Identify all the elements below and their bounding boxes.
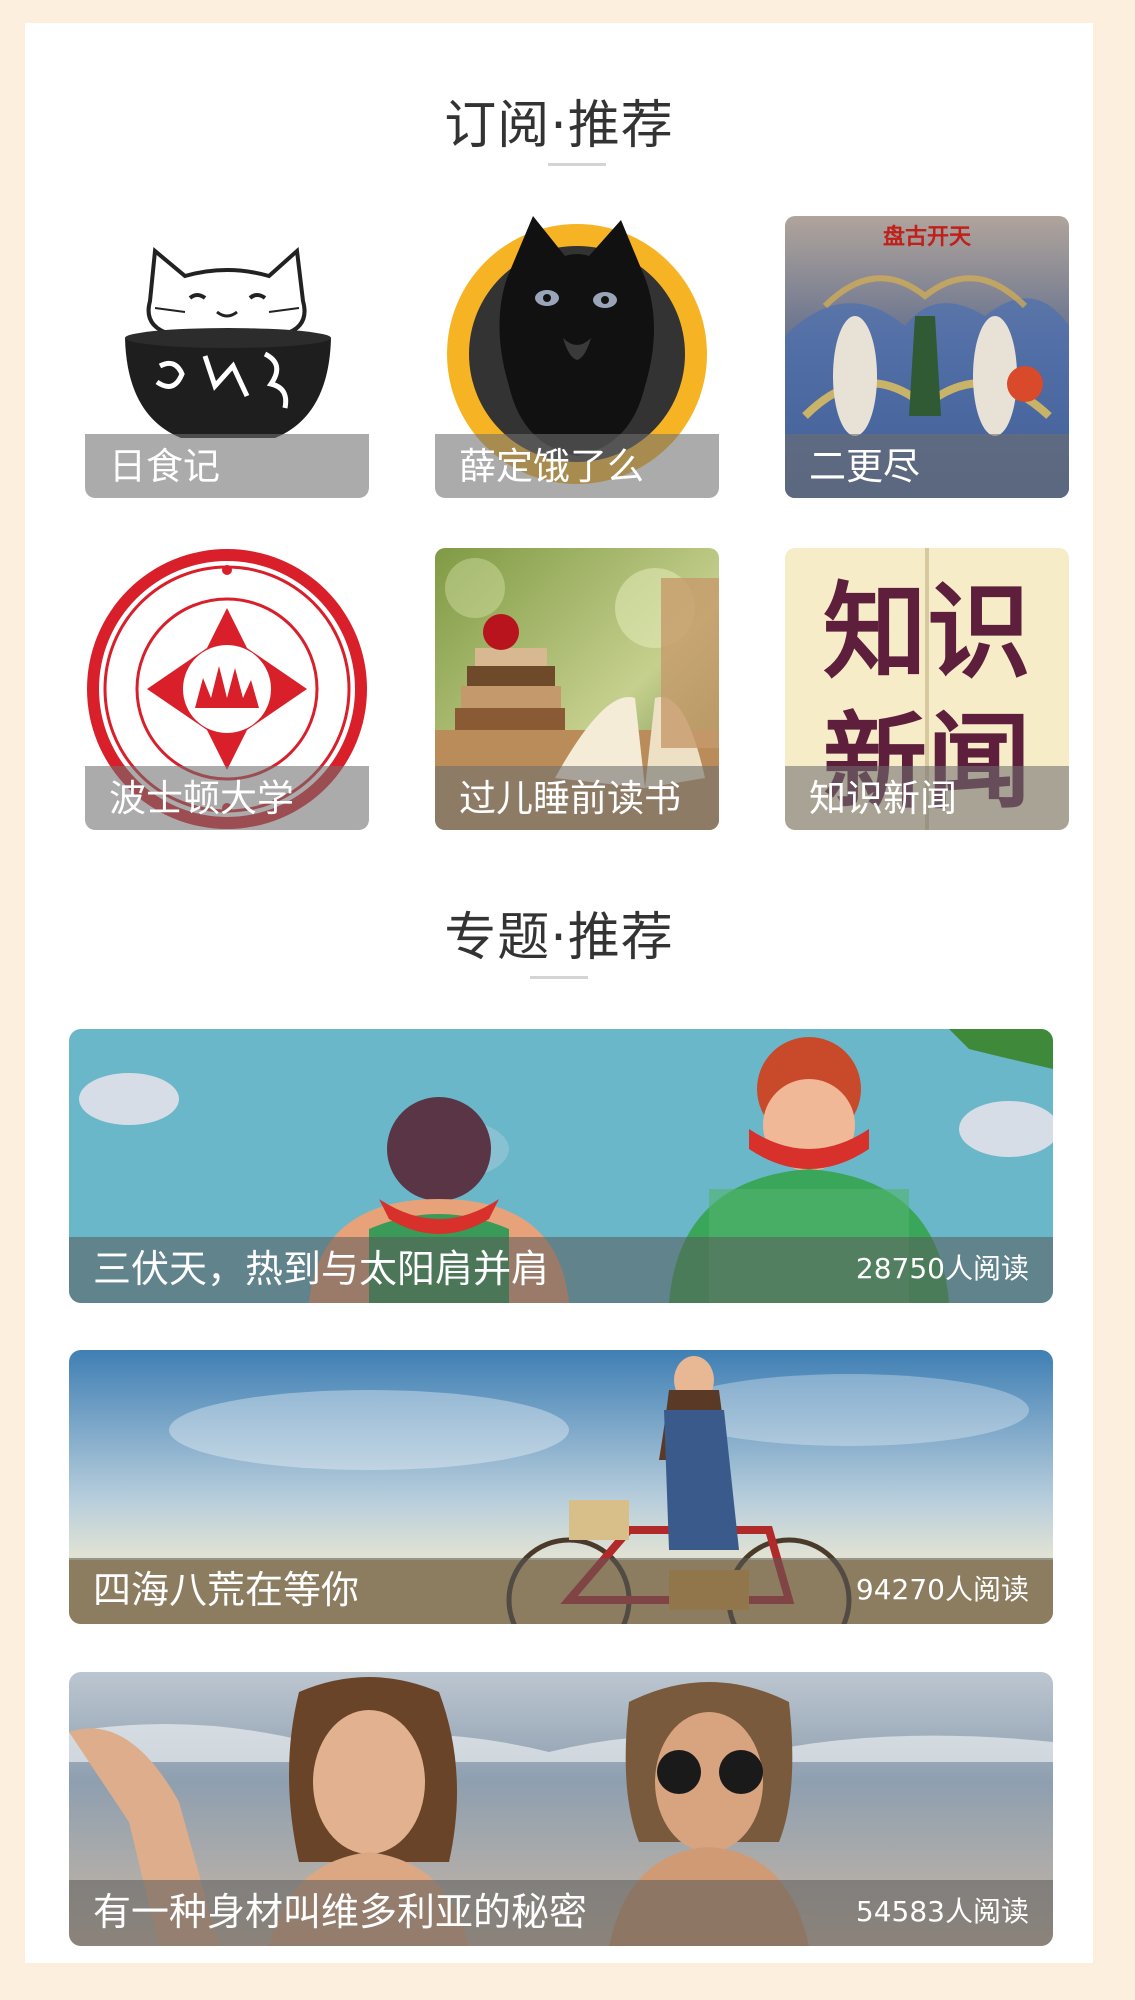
topic-card-sanfutian[interactable]: 三伏天，热到与太阳肩并肩 28750人阅读 — [69, 1029, 1053, 1303]
topic-title: 有一种身材叫维多利亚的秘密 — [93, 1890, 588, 1934]
topic-card-sihaibahuang[interactable]: 四海八荒在等你 94270人阅读 — [69, 1350, 1053, 1624]
subscription-tile-knowledge-news[interactable]: 知识 新闻 知识新闻 — [785, 548, 1069, 830]
topics-title-underline — [530, 976, 588, 979]
topic-read-count: 94270人阅读 — [855, 1573, 1029, 1606]
subscription-label: 过儿睡前读书 — [459, 777, 681, 820]
topics-title: 专题·推荐 — [444, 908, 674, 968]
subscription-label: 薛定饿了么 — [459, 445, 644, 488]
subscription-label: 波士顿大学 — [109, 777, 294, 820]
logo-text-line1: 知识 — [823, 571, 1031, 693]
subscription-label: 二更尽 — [809, 445, 920, 488]
subscription-label: 知识新闻 — [809, 777, 957, 820]
topic-read-count: 28750人阅读 — [855, 1252, 1029, 1285]
subscriptions-title: 订阅·推荐 — [444, 96, 674, 156]
subscription-tile-rishiji[interactable]: 日食记 — [85, 216, 369, 498]
subscription-label: 日食记 — [109, 445, 220, 488]
subscription-tile-guoer-reading[interactable]: 过儿睡前读书 — [435, 548, 719, 830]
topic-title: 四海八荒在等你 — [93, 1568, 360, 1612]
topic-read-count: 54583人阅读 — [855, 1895, 1029, 1928]
subscription-tile-ergengjin[interactable]: 盘古开天 二更尽 — [785, 216, 1069, 498]
topic-title: 三伏天，热到与太阳肩并肩 — [93, 1247, 550, 1291]
painting-caption: 盘古开天 — [883, 224, 972, 250]
content-card: 订阅·推荐 日食记 薛定饿了么 盘古开天 二更尽 波士顿大学 过儿睡前读书 知识… — [25, 23, 1093, 1963]
subscription-tile-boston-university[interactable]: 波士顿大学 — [85, 548, 369, 830]
subscription-tile-xuedingelemo[interactable]: 薛定饿了么 — [435, 216, 719, 498]
topic-card-victorias-secret[interactable]: 有一种身材叫维多利亚的秘密 54583人阅读 — [69, 1672, 1053, 1946]
subscriptions-title-underline — [548, 163, 606, 166]
